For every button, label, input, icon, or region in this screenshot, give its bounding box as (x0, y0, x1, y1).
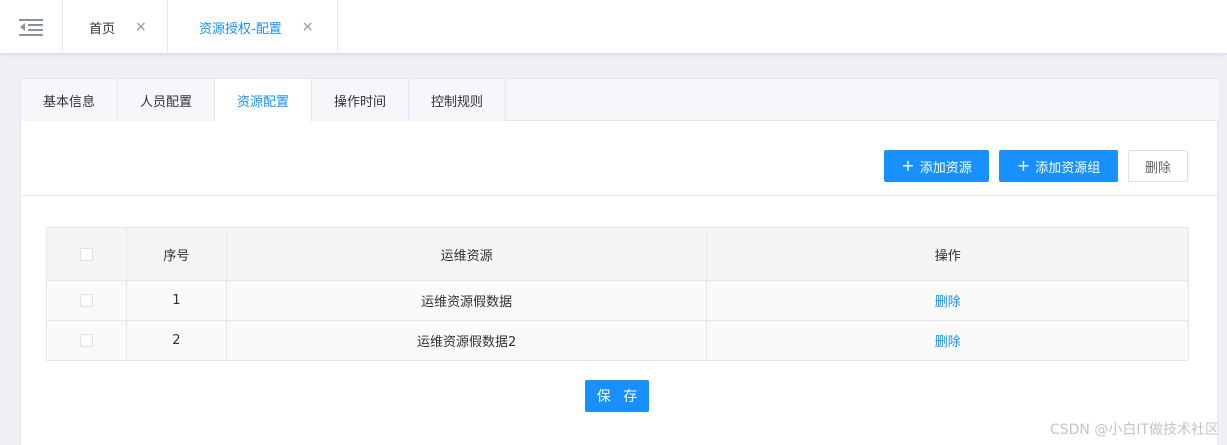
row-checkbox[interactable] (79, 294, 93, 307)
row-checkbox[interactable] (79, 334, 93, 347)
row-delete-link[interactable]: 删除 (935, 295, 961, 310)
watermark: CSDN @小白IT做技术社区 (1049, 422, 1219, 438)
plus-icon: + (901, 156, 915, 175)
row-select-cell (46, 320, 127, 361)
tab-control-rules[interactable]: 控制规则 (409, 79, 506, 121)
row-action-cell: 删除 (706, 320, 1189, 361)
menu-fold-icon[interactable] (0, 0, 63, 54)
delete-button[interactable]: 删除 (1128, 150, 1188, 182)
select-all-checkbox[interactable] (79, 247, 93, 261)
tab-personnel[interactable]: 人员配置 (118, 79, 215, 121)
add-resource-group-button[interactable]: + 添加资源组 (999, 150, 1118, 182)
add-group-label: 添加资源组 (1035, 160, 1101, 176)
add-resource-label: 添加资源 (919, 160, 972, 176)
row-action-cell: 删除 (706, 280, 1189, 321)
tab-operation-time[interactable]: 操作时间 (312, 79, 409, 121)
column-header-index: 序号 (125, 227, 227, 281)
row-index: 1 (125, 280, 227, 321)
save-button[interactable]: 保 存 (585, 380, 649, 412)
tab-resource-config[interactable]: 资源配置 (215, 79, 312, 122)
row-index: 2 (125, 320, 227, 361)
row-delete-link[interactable]: 删除 (935, 335, 961, 350)
config-card: 基本信息 人员配置 资源配置 操作时间 控制规则 + 添加资源 + 添加资源组 … (20, 78, 1218, 445)
table-row: 2 运维资源假数据2 删除 (46, 320, 1189, 361)
plus-icon: + (1016, 156, 1031, 175)
close-icon[interactable]: × (135, 19, 147, 35)
page-tab-resource-config[interactable]: 资源授权-配置 × (168, 0, 338, 54)
tab-basic-info[interactable]: 基本信息 (21, 79, 118, 121)
add-resource-button[interactable]: + 添加资源 (884, 150, 989, 182)
page-tab-label: 资源授权-配置 (199, 21, 282, 37)
close-icon[interactable]: × (302, 19, 314, 35)
divider (21, 195, 1218, 196)
column-header-resource: 运维资源 (225, 227, 708, 281)
page-tab-home[interactable]: 首页 × (63, 0, 168, 54)
table-row: 1 运维资源假数据 删除 (46, 280, 1189, 321)
table-header-row: 序号 运维资源 操作 (46, 227, 1189, 281)
column-header-action: 操作 (706, 227, 1189, 281)
row-resource-name: 运维资源假数据2 (225, 320, 708, 361)
select-all-cell (46, 227, 127, 281)
config-tabs: 基本信息 人员配置 资源配置 操作时间 控制规则 (21, 79, 1218, 122)
resource-table: 序号 运维资源 操作 1 运维资源假数据 删除 2 运维资源假数据2 删除 (46, 227, 1189, 361)
row-select-cell (46, 280, 127, 321)
page-tab-label: 首页 (89, 21, 116, 37)
top-tab-bar: 首页 × 资源授权-配置 × (0, 0, 1227, 54)
row-resource-name: 运维资源假数据 (225, 280, 708, 321)
